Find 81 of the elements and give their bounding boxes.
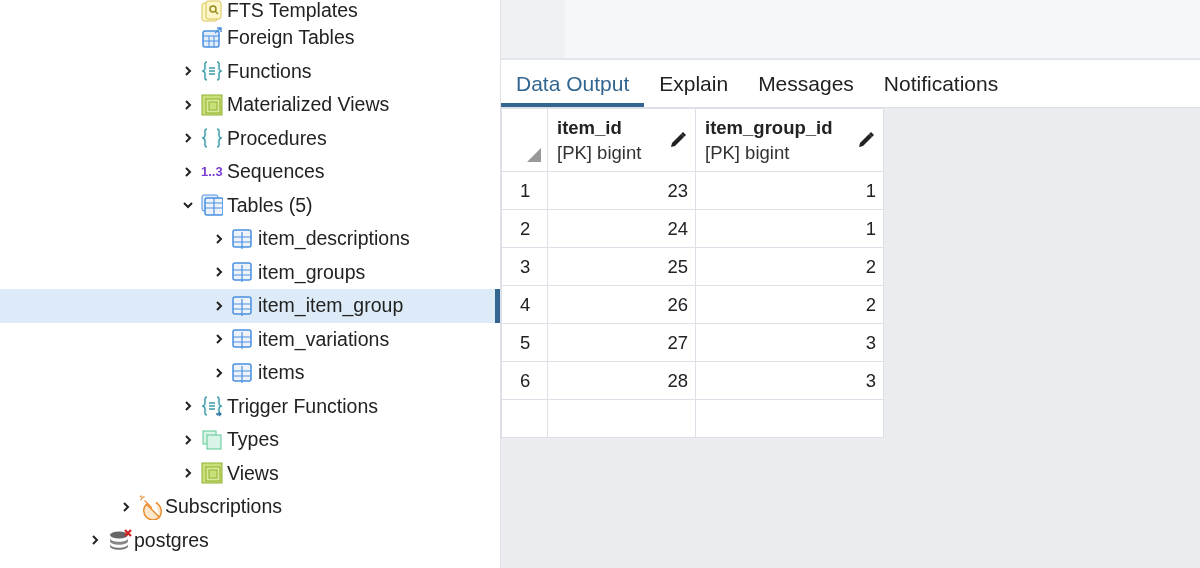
table-icon: [201, 194, 223, 217]
table-cell: 25: [547, 247, 696, 286]
satellite-dish-icon: [139, 493, 165, 520]
empty-cell[interactable]: [695, 399, 884, 438]
column-name: item_group_id: [705, 116, 833, 140]
nested-squares-icon: [201, 462, 223, 485]
row-number[interactable]: 4: [501, 285, 548, 324]
tree-item[interactable]: item_groups: [0, 255, 500, 289]
table-cell: 28: [547, 361, 696, 400]
chevron-right-icon[interactable]: [182, 98, 194, 111]
chevron-right-icon[interactable]: [182, 132, 194, 145]
table-cell: 24: [547, 209, 696, 248]
column-type: [PK] bigint: [705, 141, 791, 165]
chevron-right-icon[interactable]: [213, 366, 225, 379]
table-icon: [232, 328, 254, 351]
row-number[interactable]: 6: [501, 361, 548, 400]
pencil-icon[interactable]: [857, 131, 875, 149]
tab[interactable]: Explain: [644, 64, 744, 107]
chevron-right-icon[interactable]: [89, 534, 101, 547]
tree-item[interactable]: Types: [0, 423, 500, 457]
table-icon: [232, 227, 254, 250]
chevron-right-icon[interactable]: [120, 500, 132, 513]
chevron-right-icon[interactable]: [213, 232, 225, 245]
chevron-right-icon[interactable]: [213, 299, 225, 312]
tree-item[interactable]: items: [0, 356, 500, 390]
table-cell: 27: [547, 323, 696, 362]
tree-item[interactable]: Functions: [0, 54, 500, 88]
tree-item[interactable]: Trigger Functions: [0, 389, 500, 423]
chevron-right-icon[interactable]: [182, 65, 194, 78]
chevron-right-icon[interactable]: [182, 467, 194, 480]
tree-item[interactable]: Foreign Tables: [0, 21, 500, 55]
tree-item[interactable]: Materialized Views: [0, 88, 500, 122]
nested-squares-icon: [201, 93, 223, 116]
braces-icon: [201, 127, 223, 150]
table-arrow-icon: [201, 26, 223, 49]
corner-triangle-icon: [527, 148, 541, 162]
overlapping-squares-icon: [201, 428, 223, 451]
tree-item[interactable]: Tables (5): [0, 188, 500, 222]
table-icon: [232, 261, 254, 284]
tab[interactable]: Messages: [743, 64, 869, 107]
table-cell: 26: [547, 285, 696, 324]
table-cell: 2: [695, 247, 884, 286]
chevron-right-icon[interactable]: [213, 333, 225, 346]
braces-list-icon: [201, 395, 223, 418]
table-icon: [232, 294, 254, 317]
table-cell: 3: [695, 361, 884, 400]
table-cell: 1: [695, 171, 884, 210]
column-type: [PK] bigint: [557, 141, 642, 165]
chevron-right-icon[interactable]: [182, 400, 194, 413]
tree-item[interactable]: 1..3 Sequences: [0, 155, 500, 189]
row-number[interactable]: 3: [501, 247, 548, 286]
row-number[interactable]: 2: [501, 209, 548, 248]
table-icon: [232, 361, 254, 384]
new-row-cell[interactable]: [501, 399, 548, 438]
select-all-cell[interactable]: [501, 108, 548, 172]
document-search-icon: [201, 0, 223, 22]
column-header[interactable]: item_id [PK] bigint: [547, 108, 696, 172]
tree-item[interactable]: FTS Templates: [0, 0, 500, 21]
chevron-right-icon[interactable]: [182, 433, 194, 446]
tree-item[interactable]: item_variations: [0, 322, 500, 356]
empty-cell[interactable]: [547, 399, 696, 438]
chevron-right-icon[interactable]: [213, 266, 225, 279]
tab[interactable]: Notifications: [868, 64, 1014, 107]
row-number[interactable]: 1: [501, 171, 548, 210]
braces-list-icon: [201, 60, 223, 83]
tree-item[interactable]: Views: [0, 456, 500, 490]
tree-item[interactable]: Procedures: [0, 121, 500, 155]
table-cell: 3: [695, 323, 884, 362]
table-cell: 2: [695, 285, 884, 324]
column-header[interactable]: item_group_id [PK] bigint: [695, 108, 884, 172]
tree-item[interactable]: item_descriptions: [0, 222, 500, 256]
column-name: item_id: [557, 116, 623, 140]
sequence-icon: 1..3: [201, 164, 223, 180]
tree-item[interactable]: postgres: [0, 523, 500, 557]
table-cell: 23: [547, 171, 696, 210]
tree-item[interactable]: item_item_group: [0, 289, 500, 323]
tree-item[interactable]: Subscriptions: [0, 490, 500, 524]
row-number[interactable]: 5: [501, 323, 548, 362]
pencil-icon[interactable]: [669, 131, 687, 149]
chevron-right-icon[interactable]: [182, 165, 194, 178]
table-cell: 1: [695, 209, 884, 248]
